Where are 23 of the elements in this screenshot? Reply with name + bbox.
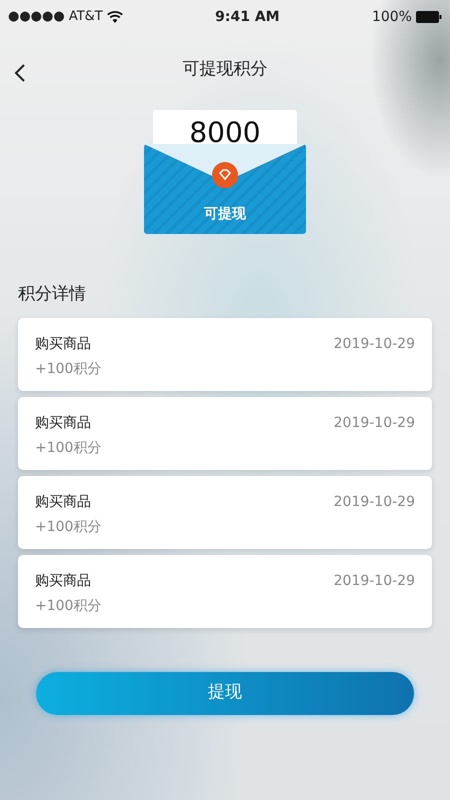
carrier-text: ●●●●● AT&T	[8, 8, 103, 26]
record-points: +100积分	[35, 360, 102, 378]
battery-text: 100%	[372, 8, 412, 26]
record-date: 2019-10-29	[334, 414, 415, 432]
back-icon	[14, 62, 26, 83]
withdrawable-label: 可提现	[203, 205, 247, 224]
record-points: +100积分	[35, 518, 102, 536]
record-points: +100积分	[35, 596, 102, 616]
page-title: 可提现积分	[182, 58, 268, 82]
record-title: 购买商品	[35, 414, 91, 432]
record-date: 2019-10-29	[334, 492, 415, 512]
points-amount: 8000	[188, 115, 262, 150]
withdraw-button[interactable]: 提现	[36, 672, 414, 714]
wifi-icon	[106, 11, 123, 23]
record-points: +100积分	[35, 438, 102, 458]
record-title: 购买商品	[35, 572, 91, 590]
record-title: 购买商品	[35, 492, 91, 512]
record-title: 购买商品	[35, 334, 91, 354]
record-date: 2019-10-29	[334, 334, 415, 354]
time-text: 9:41 AM	[215, 8, 280, 26]
section-title: 积分详情	[17, 283, 87, 306]
battery-icon	[416, 11, 442, 23]
record-date: 2019-10-29	[334, 572, 415, 590]
